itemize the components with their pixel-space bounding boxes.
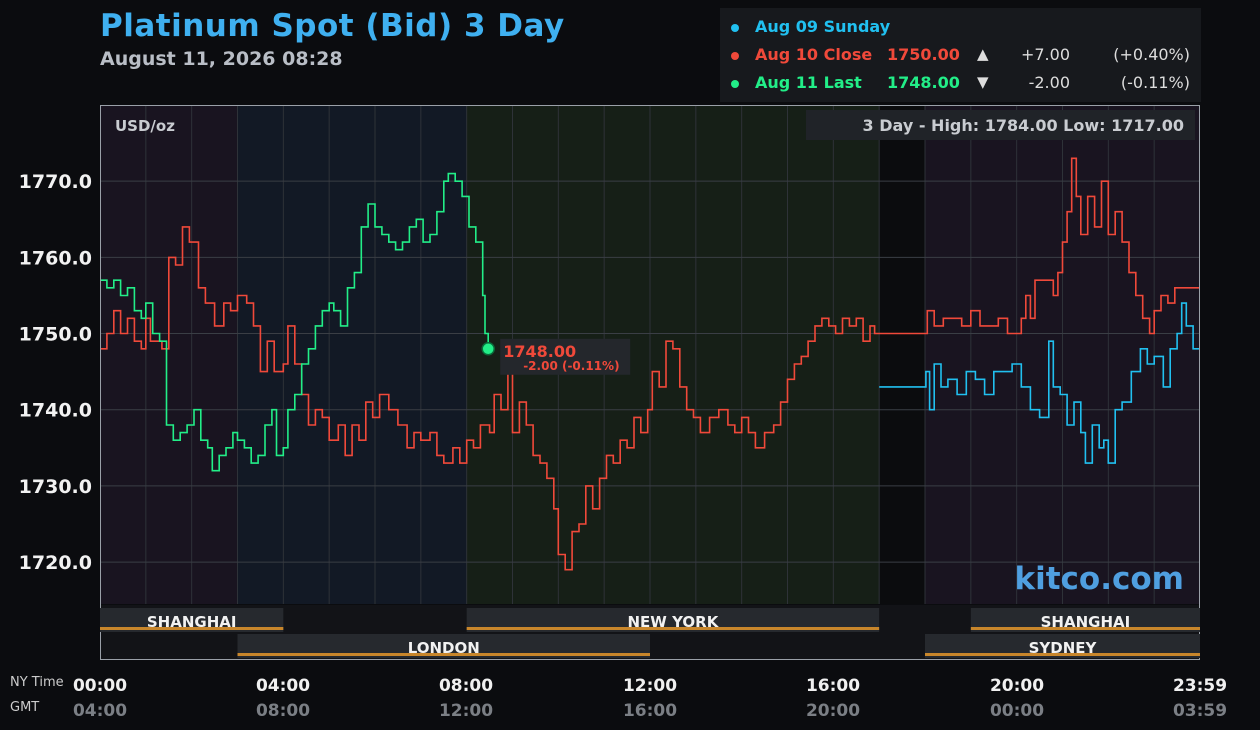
ny-tick: 08:00 bbox=[438, 676, 494, 696]
gmt-tick: 04:00 bbox=[72, 701, 128, 721]
ny-tick: 23:59 bbox=[1172, 676, 1228, 696]
y-tick-label: 1760.0 bbox=[19, 247, 92, 269]
gmt-tick: 08:00 bbox=[255, 701, 311, 721]
ny-tick: 16:00 bbox=[805, 676, 861, 696]
gmt-axis-label: GMT bbox=[10, 700, 40, 715]
ny-tick: 12:00 bbox=[622, 676, 678, 696]
shanghai-session-shade bbox=[100, 105, 238, 604]
y-tick-label: 1740.0 bbox=[19, 400, 92, 422]
unit-label: USD/oz bbox=[115, 117, 175, 135]
last-price-change: -2.00 (-0.11%) bbox=[523, 359, 619, 373]
gmt-tick: 03:59 bbox=[1172, 701, 1228, 721]
closed-market-shade bbox=[879, 105, 925, 604]
last-price-marker bbox=[481, 342, 495, 356]
y-tick-label: 1730.0 bbox=[19, 476, 92, 498]
session-label: LONDON bbox=[408, 639, 480, 657]
price-chart: 1720.0 1730.0 1740.0 1750.0 1760.0 1770.0 USD/… bbox=[19, 105, 1200, 660]
y-tick-label: 1750.0 bbox=[19, 324, 92, 346]
watermark-logo: kitco.com bbox=[1015, 561, 1185, 597]
ny-tick: 20:00 bbox=[989, 676, 1045, 696]
session-label: SYDNEY bbox=[1029, 639, 1098, 657]
gmt-tick: 00:00 bbox=[989, 701, 1045, 721]
gmt-tick: 16:00 bbox=[622, 701, 678, 721]
high-low-label: 3 Day - High: 1784.00 Low: 1717.00 bbox=[863, 116, 1184, 135]
london-session-shade bbox=[237, 105, 467, 604]
gmt-tick: 20:00 bbox=[805, 701, 861, 721]
session-label: NEW YORK bbox=[628, 613, 720, 631]
ny-tick: 00:00 bbox=[72, 676, 128, 696]
gmt-tick: 12:00 bbox=[438, 701, 494, 721]
session-label: SHANGHAI bbox=[147, 613, 237, 631]
ny-tick: 04:00 bbox=[255, 676, 311, 696]
y-tick-label: 1770.0 bbox=[19, 171, 92, 193]
session-label: SHANGHAI bbox=[1041, 613, 1131, 631]
y-tick-label: 1720.0 bbox=[19, 552, 92, 574]
